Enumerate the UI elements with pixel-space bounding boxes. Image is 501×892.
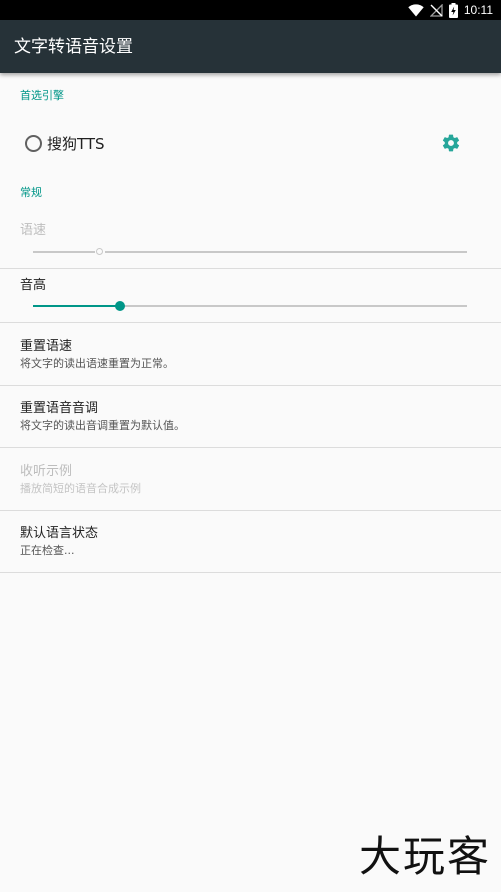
reset-speech-rate-title: 重置语速: [20, 339, 73, 354]
pitch-slider-fill: [33, 305, 117, 307]
reset-speech-rate-summary: 将文字的读出语速重置为正常。: [20, 357, 174, 370]
wifi-icon: [408, 3, 424, 17]
pitch-title: 音高: [20, 278, 47, 293]
clock: 10:11: [463, 3, 493, 17]
listen-example-summary: 播放简短的语音合成示例: [20, 482, 141, 495]
pitch-preference[interactable]: 音高: [0, 269, 501, 322]
reset-pitch-title: 重置语音音调: [20, 401, 99, 416]
speech-rate-slider-thumb: [96, 248, 103, 255]
pitch-slider-track[interactable]: [120, 305, 467, 307]
listen-example-item: 收听示例 播放简短的语音合成示例: [0, 448, 501, 510]
default-language-status-item[interactable]: 默认语言状态 正在检查...: [0, 511, 501, 572]
status-bar: 10:11: [0, 0, 501, 20]
engine-option-sogou-tts[interactable]: 搜狗TTS: [0, 124, 501, 164]
app-bar: 文字转语音设置: [0, 20, 501, 73]
page-title: 文字转语音设置: [14, 37, 133, 57]
reset-speech-rate-item[interactable]: 重置语速 将文字的读出语速重置为正常。: [0, 323, 501, 385]
speech-rate-title: 语速: [20, 223, 47, 238]
default-language-status-title: 默认语言状态: [20, 526, 99, 541]
speech-rate-track-right: [105, 251, 467, 253]
default-language-status-summary: 正在检查...: [20, 544, 75, 557]
speech-rate-track-left: [33, 251, 95, 253]
speech-rate-preference: 语速: [0, 214, 501, 268]
reset-pitch-item[interactable]: 重置语音音调 将文字的读出音调重置为默认值。: [0, 386, 501, 447]
engine-settings-gear-icon[interactable]: [441, 133, 461, 153]
listen-example-title: 收听示例: [20, 464, 73, 479]
engine-radio-button[interactable]: [25, 135, 42, 152]
engine-label: 搜狗TTS: [47, 135, 105, 153]
reset-pitch-summary: 将文字的读出音调重置为默认值。: [20, 419, 185, 432]
divider: [0, 572, 501, 573]
category-general: 常规: [20, 186, 42, 199]
no-signal-icon: [429, 3, 443, 17]
battery-charging-icon: [448, 2, 458, 18]
pitch-slider-thumb[interactable]: [115, 301, 125, 311]
watermark-logo: 大玩客: [358, 832, 491, 881]
category-preferred-engine: 首选引擎: [20, 89, 64, 102]
